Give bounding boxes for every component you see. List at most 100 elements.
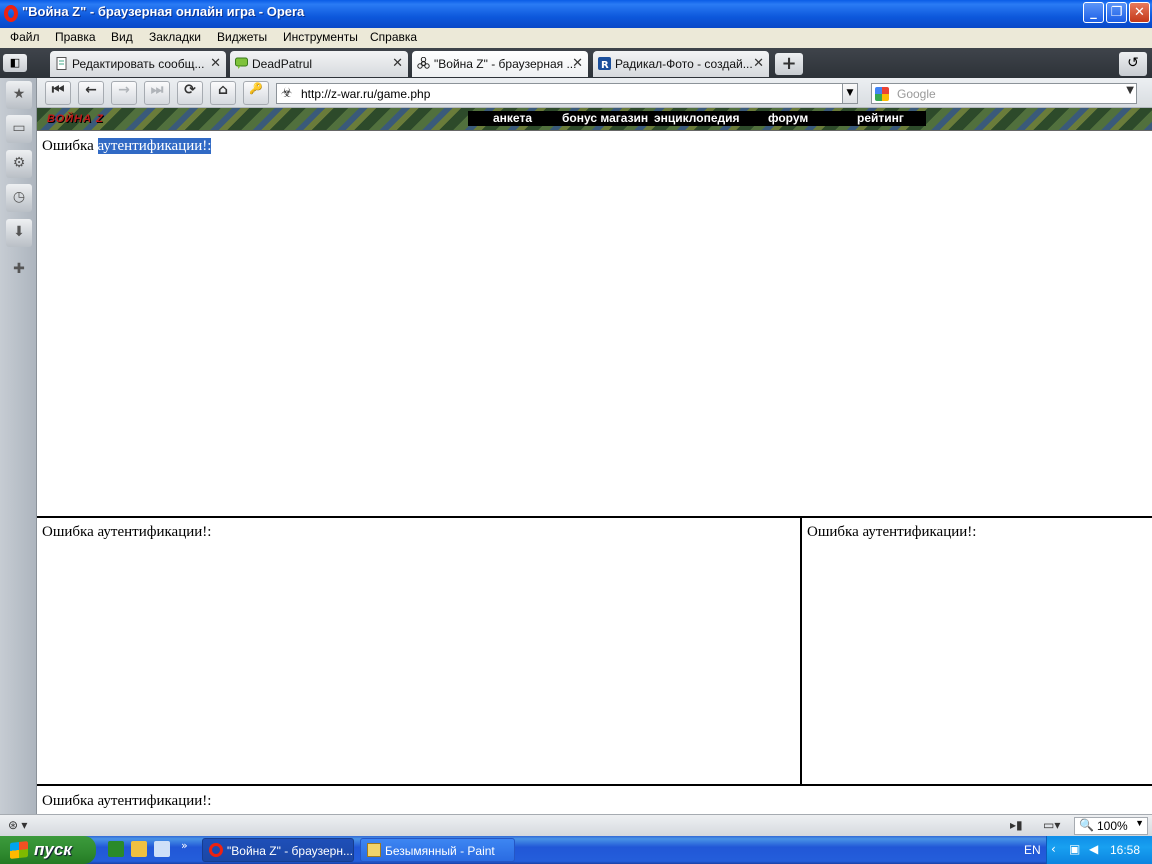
add-panel-plus-icon[interactable]: ✚ [6, 256, 32, 284]
bottom-right-frame-error: Ошибка аутентификации!: [807, 524, 977, 540]
rewind-button[interactable]: ⏮ [45, 81, 71, 105]
back-button[interactable]: ← [78, 81, 104, 105]
google-icon [875, 87, 889, 101]
zoom-value: 100% [1097, 819, 1128, 833]
tab-radikal-foto[interactable]: R Радикал-Фото - создай... ✕ [593, 51, 769, 77]
menu-bookmarks[interactable]: Закладки [149, 30, 201, 44]
menu-edit[interactable]: Правка [55, 30, 96, 44]
tab-deadpatrul[interactable]: DeadPatrul ✕ [230, 51, 408, 77]
tab-close-icon[interactable]: ✕ [572, 56, 583, 71]
page-content: ВОЙНА Z анкета бонус магазин энциклопеди… [37, 108, 1152, 814]
frame-divider[interactable] [37, 784, 1152, 786]
widgets-gear-icon[interactable]: ⚙ [6, 150, 32, 178]
address-url: http://z-war.ru/game.php [301, 87, 431, 101]
window-title-bar: "Война Z" - браузерная онлайн игра - Ope… [0, 0, 1152, 28]
nav-encyclopedia-link[interactable]: энциклопедия [654, 111, 740, 125]
tab-close-icon[interactable]: ✕ [392, 56, 403, 71]
tab-label: Радикал-Фото - создай... [615, 57, 753, 71]
bottom-left-frame-error: Ошибка аутентификации!: [42, 524, 212, 540]
reload-button[interactable]: ⟳ [177, 81, 203, 105]
system-tray: ‹ ▣ ◀ 16:58 [1046, 836, 1152, 864]
zoom-control[interactable]: 🔍 100% ▼ [1074, 817, 1148, 835]
new-tab-button[interactable]: + [775, 53, 803, 75]
tab-war-z[interactable]: "Война Z" - браузерная ... ✕ [412, 51, 588, 77]
menu-file[interactable]: Файл [10, 30, 40, 44]
opera-logo-icon [4, 5, 18, 22]
windows-logo-icon [10, 841, 28, 859]
biohazard-icon [417, 57, 430, 69]
start-button[interactable]: пуск [0, 836, 96, 864]
menu-bar: Файл Правка Вид Закладки Виджеты Инструм… [0, 28, 1152, 48]
taskbar: пуск » "Война Z" - браузерн... Безымянны… [0, 836, 1152, 864]
nav-bonus-shop-link[interactable]: бонус магазин [562, 111, 648, 125]
network-icon[interactable]: ▣ [1069, 842, 1080, 856]
nav-rating-link[interactable]: рейтинг [857, 111, 904, 125]
selected-error-text: аутентификации!: [97, 138, 212, 154]
status-bar: ⊛ ▾ ▸▮ ▭▾ 🔍 100% ▼ [0, 814, 1152, 836]
game-logo[interactable]: ВОЙНА Z [47, 113, 104, 125]
fast-forward-button[interactable]: ⏭ [144, 81, 170, 105]
zoom-dropdown-icon: ▼ [1135, 818, 1144, 828]
search-field[interactable]: Google ▼ [871, 83, 1137, 104]
game-header-banner: ВОЙНА Z анкета бонус магазин энциклопеди… [37, 108, 1152, 130]
opera-unite-icon[interactable]: ⊛ ▾ [8, 818, 27, 832]
error-prefix: Ошибка [42, 138, 98, 154]
biohazard-icon: ☣ [281, 86, 293, 101]
svg-text:R: R [601, 60, 609, 70]
document-icon [56, 57, 67, 70]
divider [37, 130, 1152, 131]
close-button[interactable]: ✕ [1129, 2, 1150, 23]
tab-close-icon[interactable]: ✕ [210, 56, 221, 71]
clock[interactable]: 16:58 [1110, 843, 1140, 857]
search-engine-dropdown-icon[interactable]: ▼ [1126, 85, 1134, 96]
menu-view[interactable]: Вид [111, 30, 133, 44]
bookmarks-star-icon[interactable]: ★ [6, 81, 32, 109]
task-opera[interactable]: "Война Z" - браузерн... [202, 838, 354, 862]
nav-profile-link[interactable]: анкета [493, 111, 532, 125]
closed-tabs-trash-icon[interactable]: ↺ [1119, 52, 1147, 76]
frame-divider[interactable] [37, 516, 1152, 518]
home-button[interactable]: ⌂ [210, 81, 236, 105]
window-title: "Война Z" - браузерная онлайн игра - Ope… [22, 4, 305, 19]
side-panel: ★ ▭ ⚙ ◷ ⬇ ✚ [0, 78, 37, 814]
menu-help[interactable]: Справка [370, 30, 417, 44]
quicklaunch-app-icon[interactable] [108, 841, 124, 857]
volume-icon[interactable]: ◀ [1089, 842, 1098, 856]
frame-divider-vertical[interactable] [800, 516, 802, 785]
wand-key-button[interactable]: 🔑 [243, 81, 269, 105]
radikal-r-icon: R [598, 57, 611, 70]
task-label: Безымянный - Paint [385, 844, 495, 858]
panel-toggle-button[interactable]: ◧ [3, 54, 27, 72]
view-mode-icon[interactable]: ▭▾ [1043, 818, 1060, 832]
language-indicator[interactable]: EN [1024, 843, 1041, 857]
address-dropdown-icon[interactable]: ▼ [842, 83, 858, 104]
magnifier-icon: 🔍 [1079, 818, 1094, 832]
quicklaunch-notepad-icon[interactable] [131, 841, 147, 857]
task-paint[interactable]: Безымянный - Paint [360, 838, 515, 862]
tab-label: DeadPatrul [252, 57, 313, 71]
quicklaunch-more-icon[interactable]: » [181, 839, 188, 852]
tray-expand-icon[interactable]: ‹ [1051, 842, 1056, 856]
tab-bar: ◧ Редактировать сообщ... ✕ DeadPatrul ✕ … [0, 48, 1152, 78]
downloads-arrow-icon[interactable]: ⬇ [6, 219, 32, 247]
game-nav-bar: анкета бонус магазин энциклопедия форум … [468, 111, 926, 126]
menu-tools[interactable]: Инструменты [283, 30, 358, 44]
tab-edit-message[interactable]: Редактировать сообщ... ✕ [50, 51, 226, 77]
notes-icon[interactable]: ▭ [6, 115, 32, 143]
navigation-toolbar: ⏮ ← → ⏭ ⟳ ⌂ 🔑 ☣ http://z-war.ru/game.php… [37, 78, 1152, 108]
chat-bubble-icon [235, 57, 248, 69]
forward-button[interactable]: → [111, 81, 137, 105]
menu-widgets[interactable]: Виджеты [217, 30, 267, 44]
turbo-icon[interactable]: ▸▮ [1010, 818, 1023, 832]
quicklaunch-desktop-icon[interactable] [154, 841, 170, 857]
history-clock-icon[interactable]: ◷ [6, 184, 32, 212]
address-field[interactable]: ☣ http://z-war.ru/game.php [276, 83, 858, 104]
nav-forum-link[interactable]: форум [768, 111, 808, 125]
start-label: пуск [34, 840, 72, 859]
minimize-button[interactable]: _ [1083, 2, 1104, 23]
tab-label: "Война Z" - браузерная ... [434, 57, 577, 71]
maximize-button[interactable]: ❐ [1106, 2, 1127, 23]
tab-label: Редактировать сообщ... [72, 57, 205, 71]
top-frame-error: Ошибка аутентификации!: [42, 138, 212, 155]
tab-close-icon[interactable]: ✕ [753, 56, 764, 71]
